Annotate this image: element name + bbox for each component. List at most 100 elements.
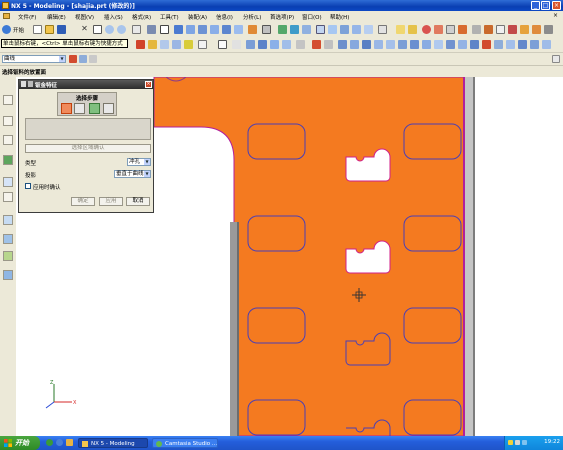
more-tools-icon[interactable] — [544, 25, 553, 34]
sheetmetal-emboss-icon[interactable] — [530, 40, 539, 49]
open-folder-icon[interactable] — [45, 25, 54, 34]
minimize-button[interactable]: _ — [531, 1, 540, 10]
sheetmetal-tab-icon[interactable] — [482, 40, 491, 49]
feature-extrude-icon[interactable] — [278, 25, 287, 34]
dialog-menu-icon[interactable] — [21, 81, 26, 87]
step-direction-icon[interactable] — [103, 103, 114, 114]
layer-icon[interactable] — [262, 25, 271, 34]
feature-pocket-icon[interactable] — [378, 25, 387, 34]
feature-hole-icon[interactable] — [302, 25, 311, 34]
sheetmetal-hem-icon[interactable] — [434, 40, 443, 49]
view-pan-icon[interactable] — [282, 40, 291, 49]
close-button[interactable]: × — [552, 1, 561, 10]
system-materials-icon[interactable] — [3, 192, 13, 202]
part-navigator-icon[interactable] — [3, 116, 13, 126]
point-icon[interactable] — [312, 40, 321, 49]
copy-icon[interactable] — [93, 25, 102, 34]
feature-sphere-icon[interactable] — [352, 25, 361, 34]
chamfer-icon[interactable] — [484, 25, 493, 34]
snap-mid-icon[interactable] — [160, 40, 169, 49]
sheetmetal-louver-icon[interactable] — [410, 40, 419, 49]
view-top-icon[interactable] — [198, 25, 207, 34]
feature-boss-icon[interactable] — [364, 25, 373, 34]
sheet-metal-feature-dialog[interactable]: 钣金特征 × 选择步骤 选择区域确认 类型 冲孔 ▼ 投影 垂直于曲线 ▼ 应用… — [18, 79, 154, 213]
snap-end-icon[interactable] — [148, 40, 157, 49]
sheetmetal-cutout-icon[interactable] — [386, 40, 395, 49]
filter-more-icon[interactable] — [89, 55, 97, 63]
feature-block-icon[interactable] — [316, 25, 325, 34]
view-fit-icon[interactable] — [258, 40, 267, 49]
view-left-icon[interactable] — [222, 25, 231, 34]
curve-line-icon[interactable] — [396, 25, 405, 34]
offset-icon[interactable] — [472, 25, 481, 34]
ie-icon[interactable] — [56, 439, 63, 446]
sheetmetal-slot-icon[interactable] — [374, 40, 383, 49]
constraint-navigator-icon[interactable] — [3, 135, 13, 145]
menu-item-help[interactable]: 帮助(H) — [330, 13, 349, 21]
curve-spline-icon[interactable] — [434, 25, 443, 34]
sheet-dropdown-icon[interactable] — [232, 40, 241, 49]
sheetmetal-unbend-icon[interactable] — [458, 40, 467, 49]
menu-item-tools[interactable]: 工具(T) — [160, 13, 179, 21]
sheetmetal-punch-icon[interactable] — [362, 40, 371, 49]
save-icon[interactable] — [57, 25, 66, 34]
view-zoom-icon[interactable] — [270, 40, 279, 49]
sheetmetal-bend-icon[interactable] — [350, 40, 359, 49]
start-icon[interactable] — [2, 25, 11, 34]
sheetmetal-corner-icon[interactable] — [446, 40, 455, 49]
cut-icon[interactable]: ✕ — [80, 25, 89, 34]
step-profile-icon[interactable] — [89, 103, 100, 114]
curve-arc-icon[interactable] — [408, 25, 417, 34]
sheetmetal-bead-icon[interactable] — [398, 40, 407, 49]
view-front-icon[interactable] — [174, 25, 183, 34]
process-studio-icon[interactable] — [3, 215, 13, 225]
doc-close-button[interactable]: × — [553, 12, 558, 19]
dialog-pin-icon[interactable] — [28, 81, 33, 87]
type-select[interactable]: 冲孔 ▼ — [127, 158, 151, 166]
dialog-title-bar[interactable]: 钣金特征 × — [19, 80, 153, 89]
start-button[interactable]: 开始 — [0, 436, 40, 450]
sheetmetal-flange-icon[interactable] — [338, 40, 347, 49]
cancel-button[interactable]: 取消 — [126, 197, 150, 206]
explorer-icon[interactable] — [66, 439, 73, 446]
window-title-bar[interactable]: NX 5 - Modeling - [shajia.prt (修改的)] _ □… — [0, 0, 563, 11]
view-iso-icon[interactable] — [186, 25, 195, 34]
snap-quad-icon[interactable] — [184, 40, 193, 49]
render-style-icon[interactable] — [248, 25, 257, 34]
restore-button[interactable]: □ — [541, 1, 550, 10]
menu-item-preferences[interactable]: 首选项(P) — [270, 13, 294, 21]
menu-item-window[interactable]: 窗口(O) — [302, 13, 322, 21]
projection-select[interactable]: 垂直于曲线 ▼ — [114, 170, 151, 178]
mirror-icon[interactable] — [496, 25, 505, 34]
sketch-icon[interactable] — [508, 25, 517, 34]
step-placement-face-icon[interactable] — [61, 103, 72, 114]
view-back-icon[interactable] — [234, 25, 243, 34]
task-camtasia[interactable]: Camtasia Studio ... — [152, 438, 218, 448]
menu-item-info[interactable]: 信息(I) — [216, 13, 233, 21]
menu-item-edit[interactable]: 编辑(E) — [47, 13, 66, 21]
manufacturing-wizards-icon[interactable] — [3, 234, 13, 244]
menu-item-format[interactable]: 格式(R) — [132, 13, 151, 21]
fillet-icon[interactable] — [458, 25, 467, 34]
sheetmetal-flat-icon[interactable] — [494, 40, 503, 49]
ok-button[interactable]: 确定 — [71, 197, 95, 206]
apply-button[interactable]: 应用 — [99, 197, 123, 206]
filter-end-icon[interactable] — [552, 55, 560, 63]
palettes-icon[interactable] — [3, 270, 13, 280]
sheet-icon[interactable] — [218, 40, 227, 49]
curve-circle-icon[interactable] — [422, 25, 431, 34]
menu-item-insert[interactable]: 插入(S) — [104, 13, 123, 21]
display-options-icon[interactable] — [198, 40, 207, 49]
menu-item-view[interactable]: 视图(V) — [75, 13, 94, 21]
filter-options-icon[interactable] — [79, 55, 87, 63]
undo-icon[interactable] — [105, 25, 114, 34]
type-filter-combo[interactable]: 曲线 ▼ — [2, 55, 66, 63]
constraint-icon[interactable] — [520, 25, 529, 34]
select-region-confirm-button[interactable]: 选择区域确认 — [25, 144, 151, 153]
new-file-icon[interactable] — [33, 25, 42, 34]
dialog-close-button[interactable]: × — [145, 81, 152, 88]
redo-icon[interactable] — [117, 25, 126, 34]
dimension-icon[interactable] — [532, 25, 541, 34]
snap-view-icon[interactable] — [132, 25, 141, 34]
trim-icon[interactable] — [446, 25, 455, 34]
